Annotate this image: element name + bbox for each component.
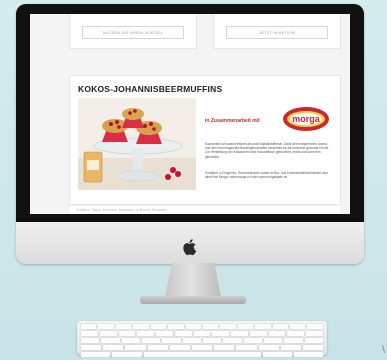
recipe-description: Kokosmehl ist sowohl fettarm als auch ba… xyxy=(205,142,330,159)
edge-mark: \ xyxy=(381,344,385,356)
muffin-illustration xyxy=(78,98,196,190)
keyboard xyxy=(77,321,327,357)
scene: NUTZEN SIE IHREN VORTEIL JETZT IN AKTION… xyxy=(0,0,387,360)
recipe-card: KOKOS-JOHANNISBEERMUFFINS in Zusammenarb… xyxy=(70,76,340,204)
aktion-button[interactable]: JETZT IN AKTION xyxy=(226,26,328,39)
promo-card-right: JETZT IN AKTION xyxy=(214,14,340,48)
imac-stand xyxy=(165,263,221,297)
imac-display: NUTZEN SIE IHREN VORTEIL JETZT IN AKTION… xyxy=(16,4,364,264)
morga-logo[interactable]: morga xyxy=(282,106,330,132)
imac-chin xyxy=(16,222,364,264)
screen-bezel: NUTZEN SIE IHREN VORTEIL JETZT IN AKTION… xyxy=(16,4,364,222)
promo-card-left: NUTZEN SIE IHREN VORTEIL xyxy=(70,14,196,48)
svg-text:morga: morga xyxy=(292,114,321,124)
browser-viewport[interactable]: NUTZEN SIE IHREN VORTEIL JETZT IN AKTION… xyxy=(30,14,350,214)
apple-icon xyxy=(183,239,197,256)
vorteil-button[interactable]: NUTZEN SIE IHREN VORTEIL xyxy=(82,26,184,39)
next-section-heading: Weitere Tipps, Küchen- Klassiker & Backs… xyxy=(70,206,340,214)
promo-cards: NUTZEN SIE IHREN VORTEIL JETZT IN AKTION xyxy=(70,14,340,48)
partner-text: in Zusammenarbeit mit xyxy=(205,118,260,124)
imac-stand-base xyxy=(140,296,246,304)
recipe-title: KOKOS-JOHANNISBEERMUFFINS xyxy=(78,84,223,94)
muffin-photo xyxy=(78,98,196,190)
availability-text: Erhältlich in Drogerien, Reformhäusern s… xyxy=(205,171,328,180)
